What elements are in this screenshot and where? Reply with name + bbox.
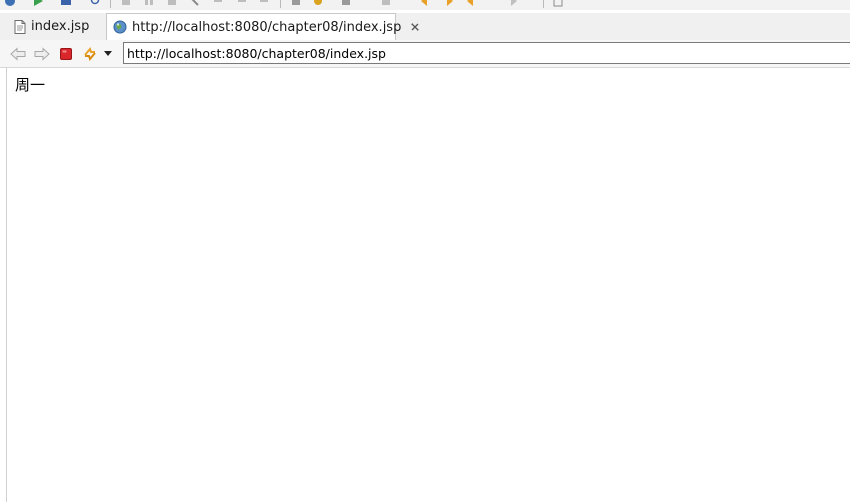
open-type-icon[interactable] xyxy=(290,0,302,7)
terminate-icon[interactable] xyxy=(166,0,178,7)
globe-icon xyxy=(113,20,127,34)
forward-icon[interactable] xyxy=(506,0,518,7)
toolbar-separator xyxy=(110,0,111,8)
tab-label: http://localhost:8080/chapter08/index.js… xyxy=(132,19,402,35)
edit-icon[interactable] xyxy=(340,0,352,7)
chevron-down-icon[interactable] xyxy=(101,45,115,63)
tab-browser-url[interactable]: http://localhost:8080/chapter08/index.js… xyxy=(106,13,420,41)
tab-label: index.jsp xyxy=(31,19,90,34)
back-arrow-icon[interactable] xyxy=(9,45,27,63)
toolbar-separator xyxy=(280,0,281,8)
stop-icon[interactable] xyxy=(57,45,75,63)
server-icon[interactable] xyxy=(60,0,72,7)
page-content: 周一 xyxy=(7,68,850,502)
search-icon[interactable] xyxy=(90,0,102,7)
resume-icon[interactable] xyxy=(120,0,132,7)
prev-annotation-icon[interactable] xyxy=(420,0,432,7)
tab-index-jsp[interactable]: index.jsp xyxy=(6,13,106,40)
jsp-file-icon xyxy=(14,19,26,34)
step-into-icon[interactable] xyxy=(212,0,224,7)
run-icon[interactable] xyxy=(4,0,16,7)
annotation-icon[interactable] xyxy=(380,0,392,7)
browser-window: index.jsp http://localhost:8080/chapter0… xyxy=(0,0,850,502)
step-over-icon[interactable] xyxy=(236,0,248,7)
suspend-icon[interactable] xyxy=(143,0,155,7)
run-as-icon[interactable] xyxy=(32,0,44,7)
browser-nav-bar: http://localhost:8080/chapter08/index.js… xyxy=(0,40,850,68)
editor-tab-row: index.jsp http://localhost:8080/chapter0… xyxy=(0,13,850,41)
back-icon[interactable] xyxy=(466,0,478,7)
url-input[interactable]: http://localhost:8080/chapter08/index.js… xyxy=(123,42,850,64)
toolbar-separator xyxy=(543,0,544,8)
refresh-icon[interactable] xyxy=(81,45,99,63)
close-icon[interactable] xyxy=(409,21,421,33)
forward-arrow-icon[interactable] xyxy=(33,45,51,63)
open-task-icon[interactable] xyxy=(312,0,324,7)
next-annotation-icon[interactable] xyxy=(442,0,454,7)
step-return-icon[interactable] xyxy=(258,0,270,7)
page-text: 周一 xyxy=(15,76,46,94)
disconnect-icon[interactable] xyxy=(188,0,200,7)
main-toolbar xyxy=(0,0,850,10)
pin-icon[interactable] xyxy=(552,0,564,7)
